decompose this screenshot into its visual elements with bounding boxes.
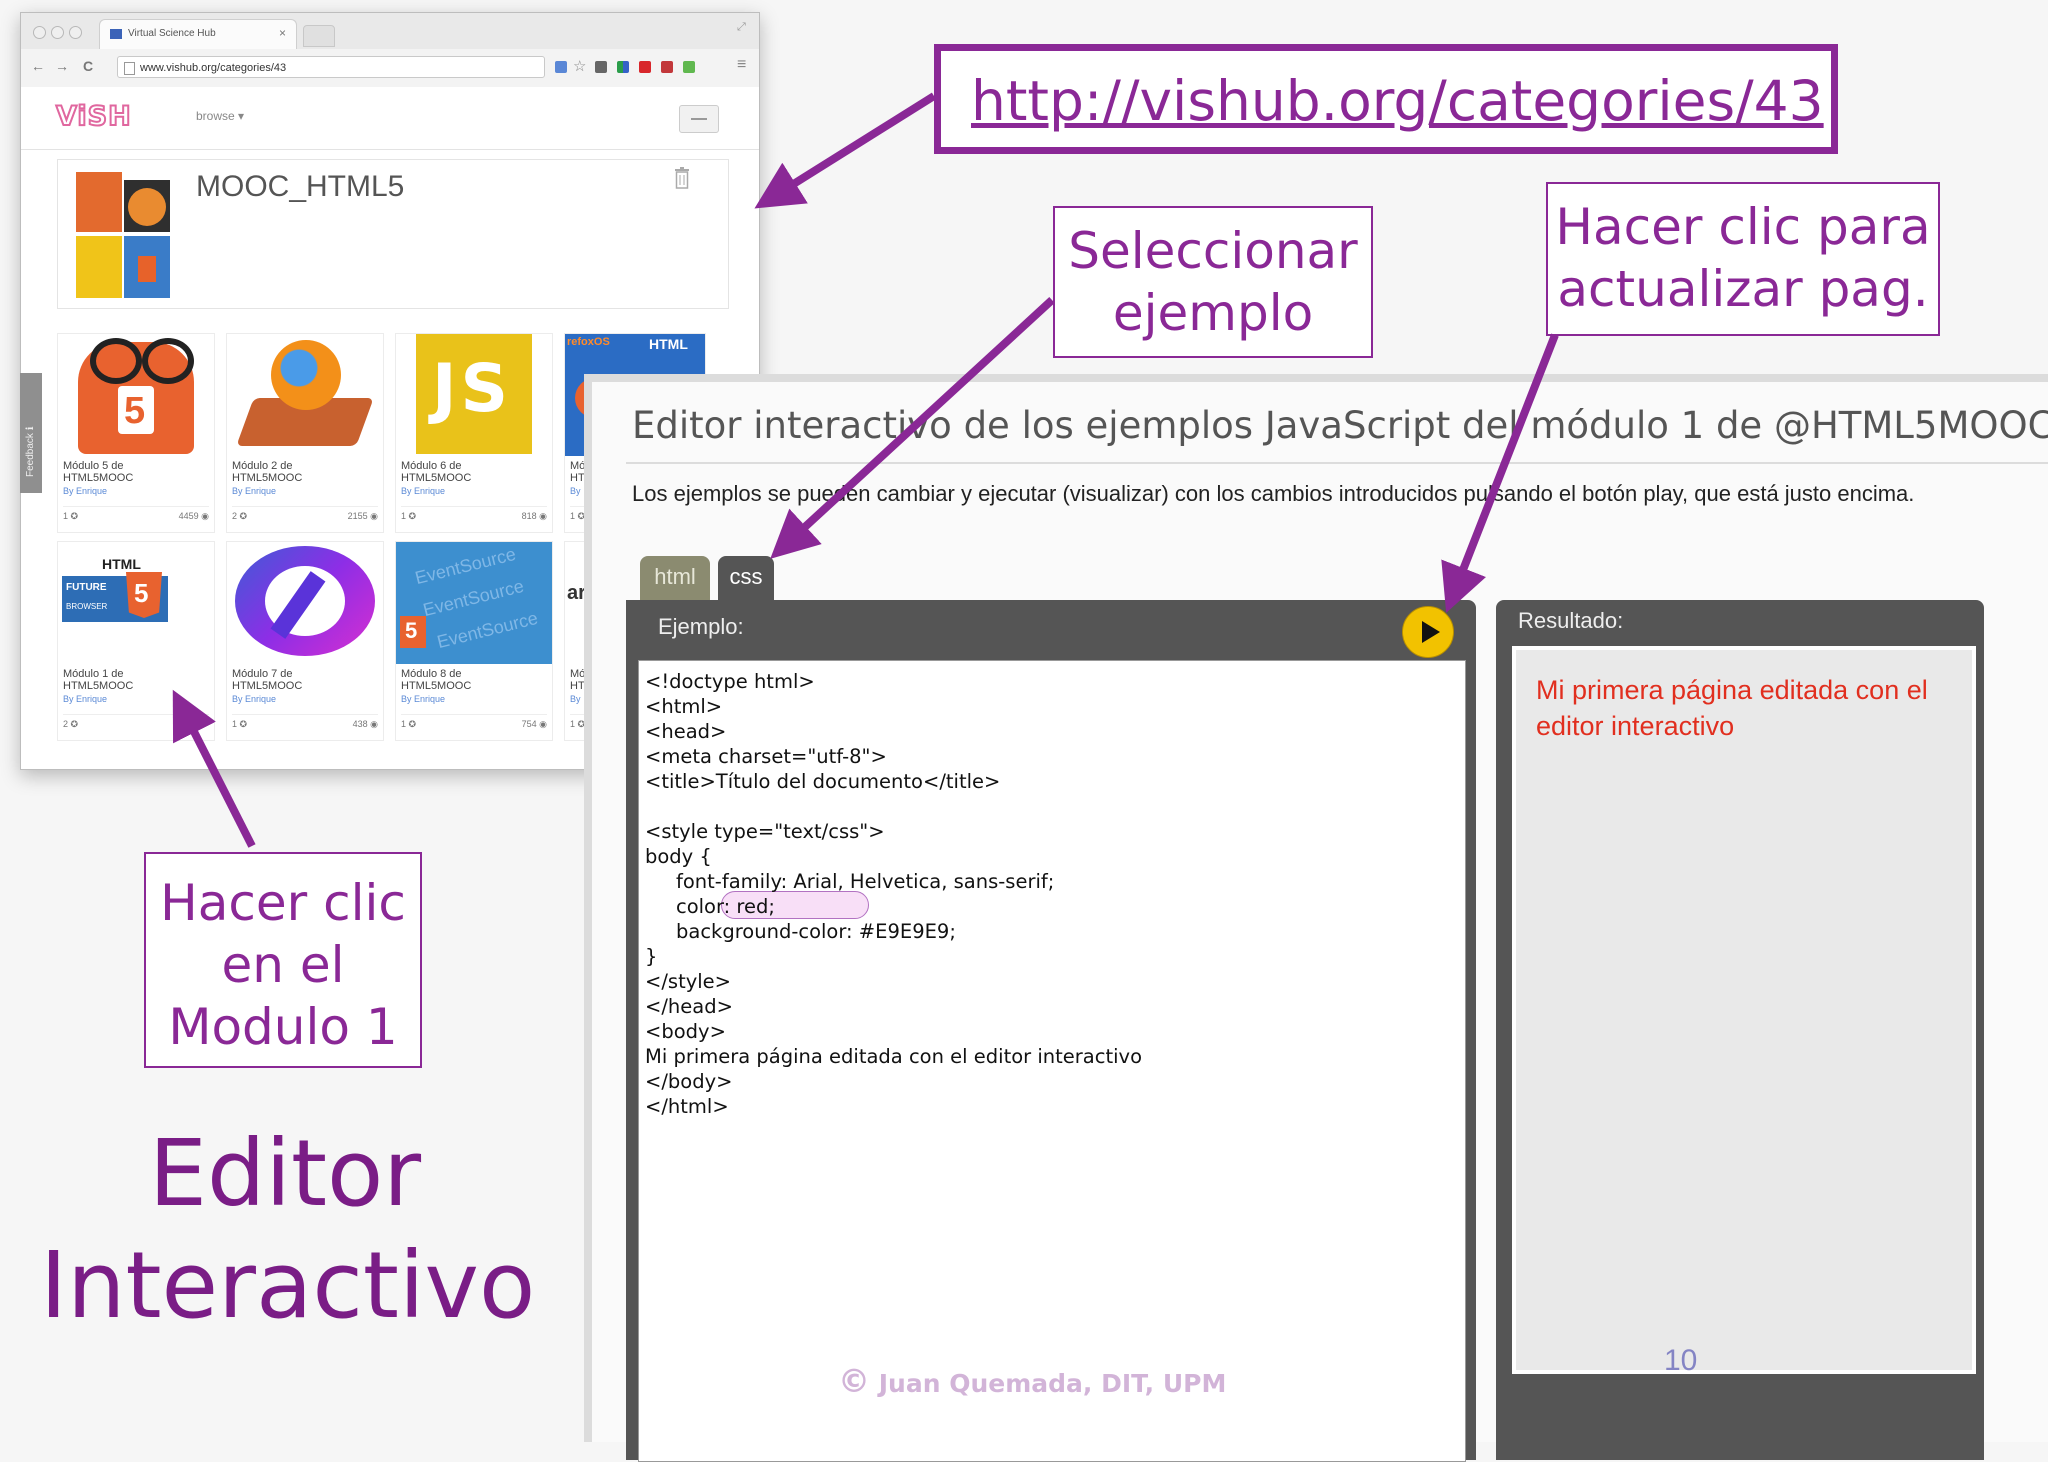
refresh-arrow xyxy=(1441,333,1559,613)
module-arrow xyxy=(172,689,256,848)
url-arrow xyxy=(754,92,937,209)
annotation-arrows xyxy=(172,92,1559,848)
copyright-icon: © xyxy=(838,1362,870,1400)
copyright-text: Juan Quemada, DIT, UPM xyxy=(878,1369,1227,1398)
copyright: © Juan Quemada, DIT, UPM xyxy=(838,1362,1226,1400)
select-example-arrow xyxy=(770,297,1055,559)
page-number: 10 xyxy=(1664,1344,1698,1377)
